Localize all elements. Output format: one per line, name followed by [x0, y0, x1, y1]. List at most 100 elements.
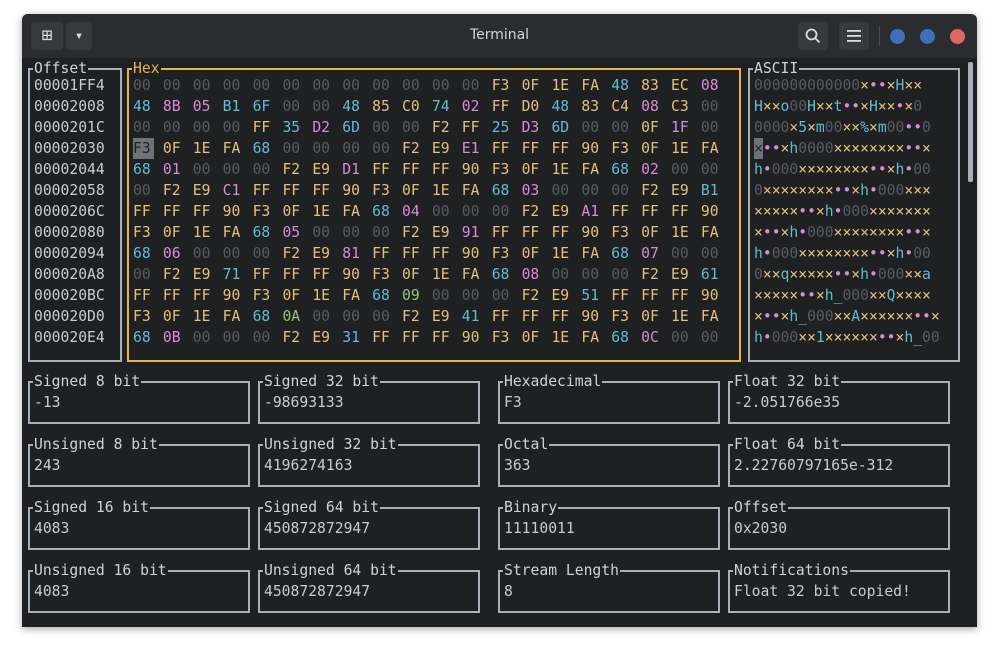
hex-byte[interactable]: FF	[163, 201, 193, 222]
hex-byte[interactable]: E9	[671, 180, 701, 201]
hex-byte[interactable]: E9	[312, 327, 342, 348]
hex-byte[interactable]: F2	[282, 243, 312, 264]
hex-byte[interactable]: 90	[701, 285, 731, 306]
hex-byte[interactable]: 00	[462, 201, 492, 222]
hex-byte[interactable]: 48	[133, 96, 163, 117]
hex-byte[interactable]: 00	[133, 117, 163, 138]
hex-byte[interactable]: F3	[611, 138, 641, 159]
hex-byte[interactable]: 1E	[551, 327, 581, 348]
hex-byte[interactable]: 68	[372, 285, 402, 306]
hex-byte[interactable]: 00	[163, 75, 193, 96]
hex-byte[interactable]: 00	[253, 243, 283, 264]
hex-byte[interactable]: B1	[701, 180, 731, 201]
hex-byte[interactable]: 0F	[522, 75, 552, 96]
hex-byte[interactable]: 0B	[163, 327, 193, 348]
hex-byte[interactable]: 00	[312, 138, 342, 159]
hex-byte[interactable]: F2	[163, 180, 193, 201]
hex-byte[interactable]: F3	[611, 222, 641, 243]
hex-byte[interactable]: 90	[462, 159, 492, 180]
hex-byte[interactable]: FF	[402, 159, 432, 180]
hex-byte[interactable]: 68	[133, 327, 163, 348]
hex-byte[interactable]: F3	[253, 201, 283, 222]
hex-byte[interactable]: 00	[372, 222, 402, 243]
field-offset[interactable]: Offset 0x2030	[728, 499, 950, 550]
hex-byte[interactable]: 90	[342, 264, 372, 285]
hex-byte[interactable]: 00	[492, 285, 522, 306]
hex-byte[interactable]: FF	[402, 327, 432, 348]
field-hexadecimal[interactable]: Hexadecimal F3	[498, 373, 720, 424]
hex-byte[interactable]: 00	[223, 243, 253, 264]
hex-byte[interactable]: 00	[133, 75, 163, 96]
hex-byte[interactable]: 00	[282, 75, 312, 96]
hex-byte[interactable]: 68	[253, 222, 283, 243]
hex-byte[interactable]: 00	[253, 75, 283, 96]
hex-byte[interactable]: 08	[522, 264, 552, 285]
hex-byte[interactable]: 83	[641, 75, 671, 96]
hex-byte[interactable]: 00	[372, 75, 402, 96]
hex-byte[interactable]: E9	[432, 306, 462, 327]
hex-byte[interactable]: F3	[492, 327, 522, 348]
hex-byte[interactable]: 1E	[551, 159, 581, 180]
hex-byte[interactable]: F2	[432, 117, 462, 138]
hex-byte[interactable]: F2	[641, 264, 671, 285]
hex-byte[interactable]: FA	[701, 306, 731, 327]
hex-byte[interactable]: 48	[551, 96, 581, 117]
menu-button[interactable]	[839, 22, 869, 50]
hex-byte[interactable]: FF	[432, 159, 462, 180]
hex-byte[interactable]: 91	[462, 222, 492, 243]
hex-byte[interactable]: 74	[432, 96, 462, 117]
hex-byte[interactable]: 68	[492, 180, 522, 201]
hex-byte[interactable]: 68	[253, 306, 283, 327]
hex-byte[interactable]: 0F	[641, 117, 671, 138]
hex-byte[interactable]: F2	[282, 159, 312, 180]
hex-byte[interactable]: 00	[223, 159, 253, 180]
hex-byte[interactable]: 00	[342, 222, 372, 243]
hex-byte[interactable]: 08	[641, 96, 671, 117]
hex-byte[interactable]: A1	[581, 201, 611, 222]
hex-byte[interactable]: 90	[223, 285, 253, 306]
hex-byte[interactable]: 00	[432, 75, 462, 96]
hex-byte[interactable]: 85	[372, 96, 402, 117]
hex-byte[interactable]: 09	[402, 285, 432, 306]
hex-byte[interactable]: FF	[432, 327, 462, 348]
hex-byte[interactable]: 00	[372, 138, 402, 159]
hex-byte[interactable]: F2	[522, 285, 552, 306]
hex-byte[interactable]: 00	[701, 243, 731, 264]
hex-byte[interactable]: 00	[701, 117, 731, 138]
ascii-grid[interactable]: 000000000000×••×H×× H××o00H××t••×H××•×0 00…	[754, 75, 940, 348]
hex-byte[interactable]: D0	[522, 96, 552, 117]
hex-byte[interactable]: FF	[551, 138, 581, 159]
hex-byte[interactable]: 1E	[671, 222, 701, 243]
hex-byte[interactable]: FF	[641, 285, 671, 306]
hex-byte[interactable]: E9	[551, 285, 581, 306]
hex-byte[interactable]: 00	[551, 180, 581, 201]
hex-byte[interactable]: F3	[611, 306, 641, 327]
hex-byte[interactable]: 68	[611, 327, 641, 348]
hex-byte[interactable]: 68	[611, 159, 641, 180]
hex-byte[interactable]: 0F	[522, 327, 552, 348]
hex-byte[interactable]: FF	[253, 117, 283, 138]
hex-byte[interactable]: 0F	[163, 222, 193, 243]
hex-byte[interactable]: 00	[282, 96, 312, 117]
hex-byte[interactable]: F3	[372, 180, 402, 201]
hex-byte[interactable]: 0C	[641, 327, 671, 348]
hex-byte[interactable]: FA	[581, 327, 611, 348]
hex-byte[interactable]: FA	[223, 138, 253, 159]
field-octal[interactable]: Octal 363	[498, 436, 720, 487]
field-signed-32-bit[interactable]: Signed 32 bit -98693133	[258, 373, 480, 424]
hex-byte[interactable]: FF	[372, 243, 402, 264]
hex-byte[interactable]: 00	[611, 264, 641, 285]
hex-byte[interactable]: FA	[223, 306, 253, 327]
hex-byte[interactable]: 00	[581, 180, 611, 201]
hex-byte[interactable]: 04	[402, 201, 432, 222]
hex-byte[interactable]: 07	[641, 243, 671, 264]
hex-byte[interactable]: F3	[492, 243, 522, 264]
hex-byte[interactable]: FF	[671, 201, 701, 222]
hex-byte[interactable]: 00	[402, 75, 432, 96]
hex-byte[interactable]: F2	[522, 201, 552, 222]
hex-byte[interactable]: E9	[432, 222, 462, 243]
hex-byte[interactable]: FF	[522, 222, 552, 243]
hex-byte[interactable]: FF	[492, 96, 522, 117]
hex-byte[interactable]: 05	[193, 96, 223, 117]
hex-byte[interactable]: 00	[312, 96, 342, 117]
